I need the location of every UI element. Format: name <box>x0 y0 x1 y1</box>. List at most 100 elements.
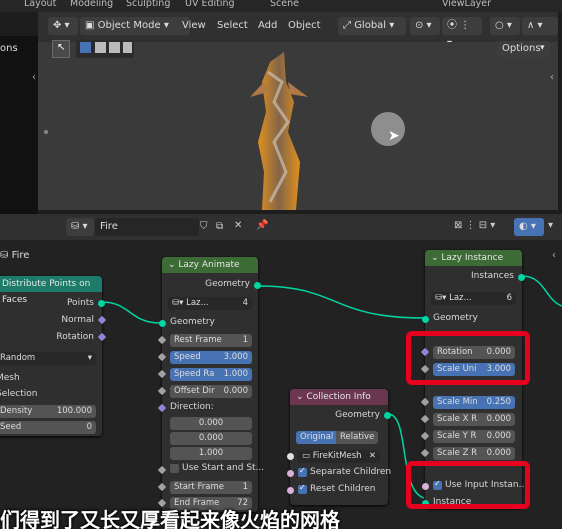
reset-children-checkbox[interactable]: ✓ <box>298 483 307 494</box>
scale-z-label: Scale Z R <box>437 448 478 458</box>
tab-layout[interactable]: Layout <box>24 0 56 9</box>
menu-object[interactable]: Object <box>288 17 321 35</box>
scale-x-field[interactable]: Scale X R 0.000 <box>433 413 515 426</box>
scale-z-value: 0.000 <box>486 448 511 458</box>
direction-y-field[interactable]: 0.000 <box>170 432 252 445</box>
node-title: Collection Info <box>306 392 371 402</box>
options-label-cut[interactable]: ons <box>0 43 18 54</box>
orientation-icon: ⤢ <box>343 20 355 31</box>
mode-original-button[interactable]: Original <box>296 431 336 444</box>
output-points: Points <box>66 298 94 308</box>
offset-dir-field[interactable]: Offset Dir 0.000 <box>170 385 252 398</box>
speed-field[interactable]: Speed 3.000 <box>170 351 252 364</box>
node-header[interactable]: ⌄ Collection Info <box>290 389 388 405</box>
orientation-dropdown[interactable]: ⤢ Global ▾ <box>338 17 406 35</box>
scale-y-field[interactable]: Scale Y R 0.000 <box>433 430 515 443</box>
output-normal: Normal <box>61 315 94 325</box>
viewlayer-name[interactable]: ViewLayer <box>442 0 491 9</box>
node-tree-type-button[interactable]: ⛁ ▾ <box>66 218 94 236</box>
object-mode-dropdown[interactable]: ▣ Object Mode ▾ <box>80 17 190 35</box>
tab-modeling[interactable]: Modeling <box>70 0 113 9</box>
socket-geometry-in[interactable] <box>159 320 166 327</box>
node-collection-info[interactable]: ⌄ Collection Info Geometry Original Rela… <box>287 389 391 505</box>
collapse-left-icon[interactable]: ‹ <box>32 72 36 83</box>
menu-add[interactable]: Add <box>258 17 277 35</box>
tab-sculpting[interactable]: Sculpting <box>126 0 170 9</box>
pivot-button[interactable]: ⊙ ▾ <box>410 17 440 35</box>
node-header[interactable]: ⌄ Lazy Instance <box>425 250 522 266</box>
scale-z-field[interactable]: Scale Z R 0.000 <box>433 447 515 460</box>
chevron-down-icon: ▾ <box>87 353 92 363</box>
options-dropdown[interactable]: Options ▾ <box>498 41 550 58</box>
origin-dot <box>44 130 48 134</box>
scale-min-field[interactable]: Scale Min 0.250 <box>433 396 515 409</box>
use-start-label: Use Start and St... <box>182 463 265 473</box>
distribute-mode-dropdown[interactable]: Random ▾ <box>0 352 96 365</box>
editor-type-button[interactable]: ✥ ▾ <box>48 17 78 35</box>
viewport-header: ✥ ▾ ▣ Object Mode ▾ View Select Add Obje… <box>38 12 558 49</box>
offset-dir-label: Offset Dir <box>174 386 215 396</box>
socket-instances-out[interactable] <box>518 274 525 281</box>
select-subtract-icon[interactable] <box>109 42 120 53</box>
highlight-rotation-scale <box>406 331 530 385</box>
select-tool-icon[interactable]: ↖ <box>52 40 70 58</box>
start-frame-field[interactable]: Start Frame 1 <box>170 481 252 494</box>
seed-value: 0 <box>86 422 92 432</box>
overlays-button[interactable]: ◐ ▾ <box>514 218 544 236</box>
falloff-button[interactable]: ∧ ▾ <box>522 17 558 35</box>
node-canvas[interactable]: ⛁ Fire ‹ Distribute Points on Faces Poin… <box>0 240 562 529</box>
speed-label: Speed <box>174 352 201 362</box>
socket-reset[interactable] <box>287 487 294 494</box>
node-editor-header: ⛁ ▾ Fire ⛉ ⧉ ✕ 📌 ⊠ ⋮ ⊟ ▾ ◐ ▾ ▾ <box>0 214 562 240</box>
overlay-icons[interactable]: ⊠ ⋮ ⊟ ▾ <box>454 220 495 231</box>
scale-min-value: 0.250 <box>486 397 511 407</box>
group-selector[interactable]: ⛁▾ Laz... 6 <box>431 292 516 305</box>
use-start-checkbox[interactable] <box>170 464 179 473</box>
socket-collection[interactable] <box>287 453 294 460</box>
node-header[interactable]: ⌄ Lazy Animate <box>162 257 258 273</box>
direction-z-field[interactable]: 1.000 <box>170 447 252 460</box>
node-lazy-animate[interactable]: ⌄ Lazy Animate Geometry ⛁▾ Laz... 4 Geome… <box>157 257 264 512</box>
scene-name[interactable]: Scene <box>270 0 299 9</box>
selection-mode-buttons[interactable] <box>76 40 134 58</box>
collection-field[interactable]: ▭ FireKitMesh ✕ <box>298 450 380 463</box>
mode-label: Object Mode <box>97 20 161 31</box>
node-distribute-points[interactable]: Distribute Points on Faces Points Normal… <box>0 276 107 436</box>
mode-relative-button[interactable]: Relative <box>336 431 378 444</box>
socket-separate[interactable] <box>287 470 294 477</box>
scale-min-label: Scale Min <box>437 397 478 407</box>
socket-points[interactable] <box>98 300 105 307</box>
select-extend-icon[interactable] <box>95 42 106 53</box>
direction-x-field[interactable]: 0.000 <box>170 417 252 430</box>
close-icon[interactable]: ✕ <box>369 450 376 463</box>
duplicate-icon[interactable]: ⧉ <box>216 221 223 232</box>
speed-random-field[interactable]: Speed Ra 1.000 <box>170 368 252 381</box>
menu-select[interactable]: Select <box>217 17 248 35</box>
proportional-button[interactable]: ○ ▾ <box>490 17 520 35</box>
select-new-icon[interactable] <box>80 42 91 53</box>
menu-view[interactable]: View <box>182 17 206 35</box>
chevron-down-icon[interactable]: ▾ <box>548 220 553 231</box>
start-frame-value: 1 <box>242 482 248 492</box>
group-selector[interactable]: ⛁▾ Laz... 4 <box>168 297 252 310</box>
3d-viewport[interactable]: ➤ ‹ ‹ <box>32 42 558 210</box>
density-field[interactable]: Density 100.000 <box>0 405 96 418</box>
mode-original-label: Original <box>300 432 334 442</box>
select-invert-icon[interactable] <box>123 42 132 53</box>
socket-geometry-out[interactable] <box>254 282 261 289</box>
scale-x-value: 0.000 <box>486 414 511 424</box>
rest-frame-field[interactable]: Rest Frame 1 <box>170 334 252 347</box>
group-user-count: 4 <box>242 298 248 308</box>
pin-icon[interactable]: 📌 <box>256 220 268 231</box>
snap-button[interactable]: ⦿ ⋮ ▾ <box>442 17 482 49</box>
socket-geometry-out[interactable] <box>384 412 391 419</box>
node-tree-name-field[interactable]: Fire <box>95 218 199 236</box>
node-header[interactable]: Distribute Points on Faces <box>0 276 102 305</box>
fake-user-icon[interactable]: ⛉ <box>200 221 208 232</box>
separate-children-checkbox[interactable]: ✓ <box>298 466 307 477</box>
tab-uv-editing[interactable]: UV Editing <box>185 0 235 9</box>
socket-geometry-in[interactable] <box>422 316 429 323</box>
close-icon[interactable]: ✕ <box>234 220 242 231</box>
seed-field[interactable]: Seed 0 <box>0 421 96 434</box>
collapse-right-icon[interactable]: ‹ <box>550 72 554 83</box>
